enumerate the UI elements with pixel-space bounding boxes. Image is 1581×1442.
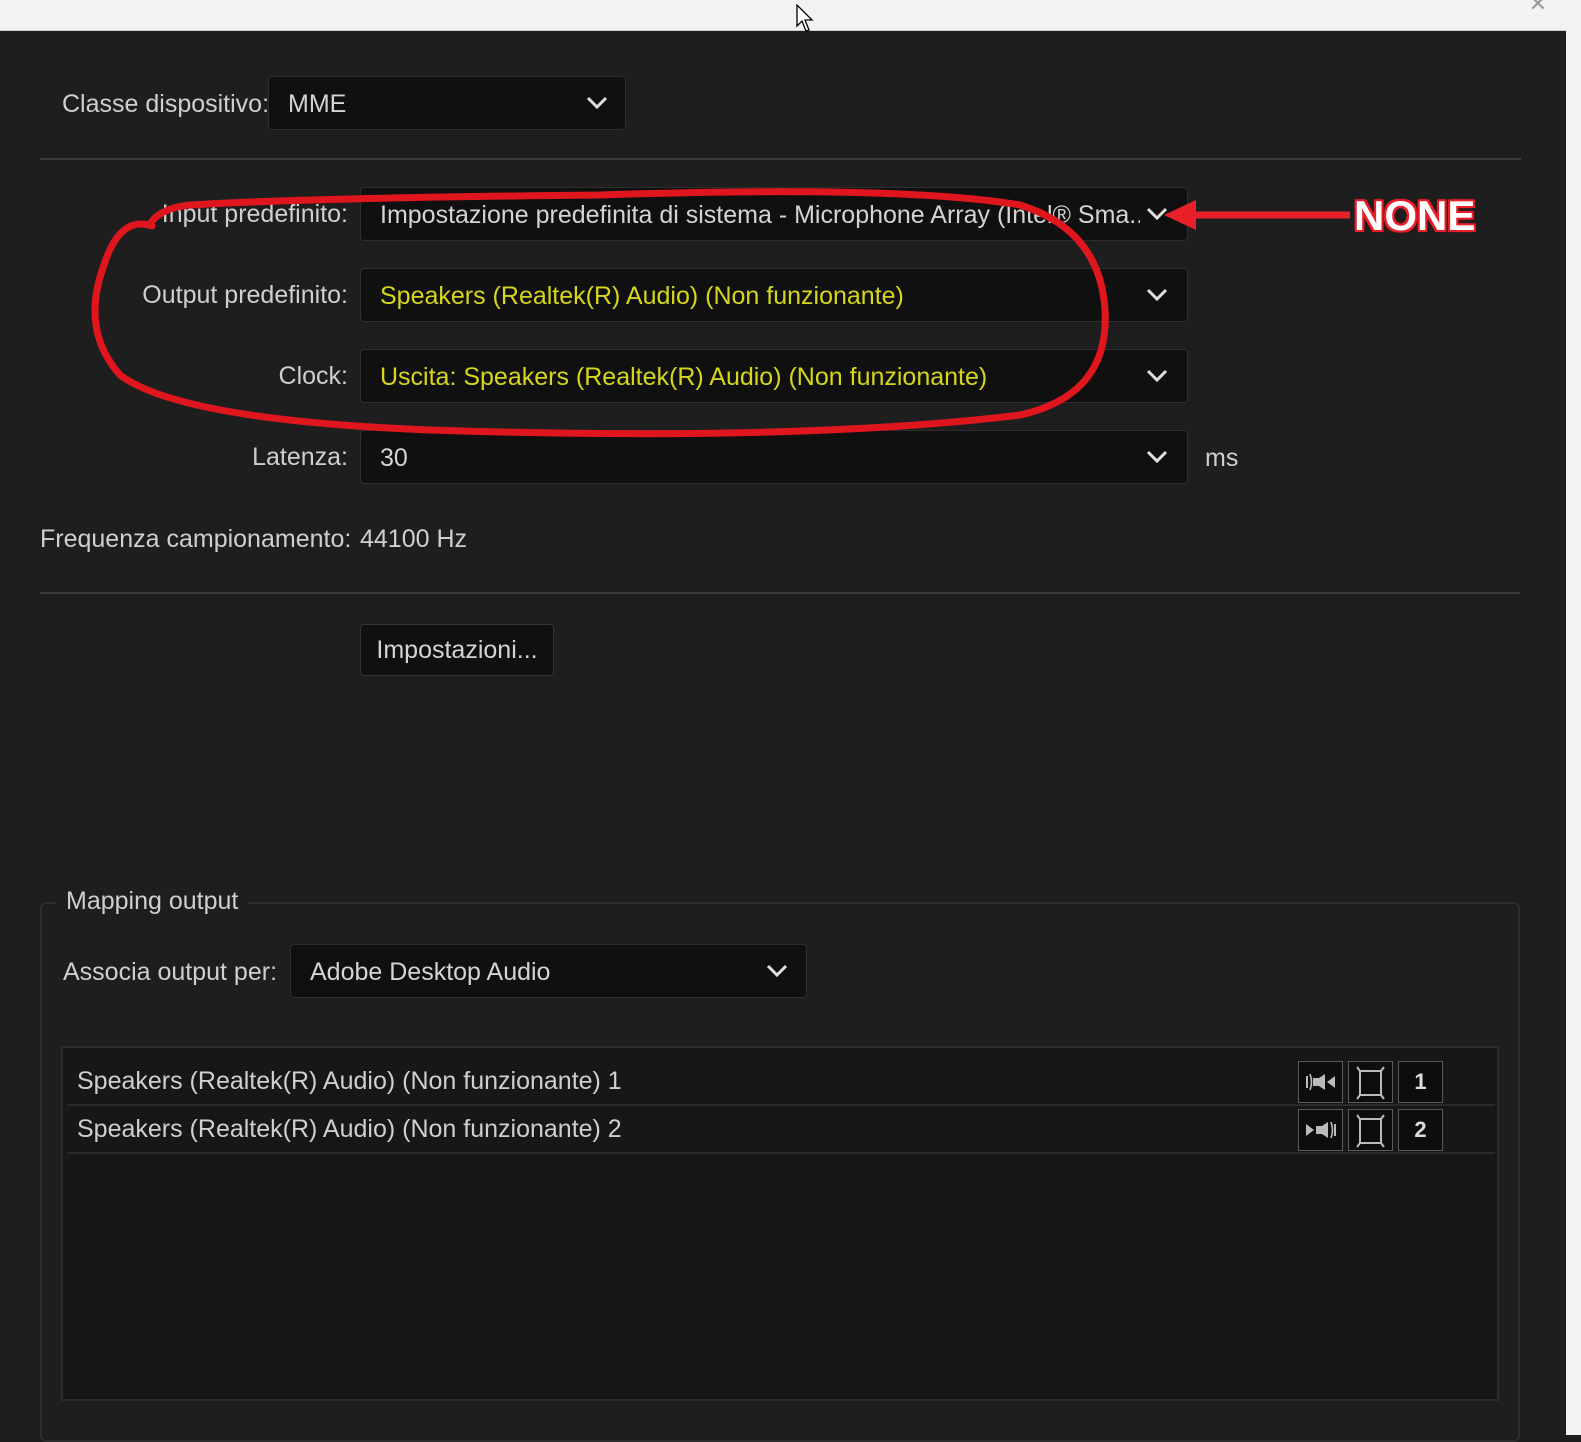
- chevron-down-icon: [1146, 450, 1168, 464]
- output-mapping-legend: Mapping output: [56, 886, 249, 916]
- annotation-label: NONE: [1354, 192, 1476, 239]
- list-item[interactable]: Speakers (Realtek(R) Audio) (Non funzion…: [67, 1058, 1495, 1106]
- device-class-select[interactable]: MME: [268, 76, 626, 130]
- map-for-value: Adobe Desktop Audio: [310, 958, 551, 986]
- default-input-select[interactable]: Impostazione predefinita di sistema - Mi…: [360, 187, 1188, 241]
- divider: [40, 158, 1521, 160]
- chevron-down-icon: [766, 964, 788, 978]
- chevron-down-icon: [1146, 369, 1168, 383]
- divider: [40, 592, 1520, 594]
- speaker-right-icon[interactable]: [1298, 1109, 1343, 1151]
- default-output-label: Output predefinito:: [142, 281, 348, 309]
- stereo-box-icon[interactable]: [1348, 1061, 1393, 1103]
- mouse-cursor-icon: [796, 4, 814, 32]
- device-class-label: Classe dispositivo:: [62, 90, 270, 118]
- chevron-down-icon: [1146, 207, 1168, 221]
- clock-value: Uscita: Speakers (Realtek(R) Audio) (Non…: [380, 363, 988, 391]
- map-for-select[interactable]: Adobe Desktop Audio: [290, 944, 807, 998]
- latency-label: Latenza:: [252, 443, 348, 471]
- channel-number-button[interactable]: 1: [1398, 1061, 1443, 1103]
- latency-unit: ms: [1205, 444, 1239, 472]
- list-item[interactable]: Speakers (Realtek(R) Audio) (Non funzion…: [67, 1106, 1495, 1154]
- map-for-label: Associa output per:: [63, 958, 278, 986]
- default-input-label: Input predefinito:: [161, 200, 348, 228]
- window-edge: [1566, 30, 1581, 1435]
- channel-number-button[interactable]: 2: [1398, 1109, 1443, 1151]
- stereo-box-icon[interactable]: [1348, 1109, 1393, 1151]
- clock-select[interactable]: Uscita: Speakers (Realtek(R) Audio) (Non…: [360, 349, 1188, 403]
- latency-select[interactable]: 30: [360, 430, 1188, 484]
- default-output-value: Speakers (Realtek(R) Audio) (Non funzion…: [380, 282, 904, 310]
- sample-rate-label: Frequenza campionamento:: [40, 525, 352, 553]
- settings-button[interactable]: Impostazioni...: [360, 624, 554, 676]
- default-input-value: Impostazione predefinita di sistema - Mi…: [380, 201, 1140, 229]
- chevron-down-icon: [1146, 288, 1168, 302]
- latency-value: 30: [380, 444, 408, 472]
- channel-label: Speakers (Realtek(R) Audio) (Non funzion…: [77, 1115, 622, 1143]
- clock-label: Clock:: [278, 362, 348, 390]
- default-output-select[interactable]: Speakers (Realtek(R) Audio) (Non funzion…: [360, 268, 1188, 322]
- speaker-left-icon[interactable]: [1298, 1061, 1343, 1103]
- channel-label: Speakers (Realtek(R) Audio) (Non funzion…: [77, 1067, 622, 1095]
- close-icon[interactable]: ✕: [1525, 0, 1551, 15]
- sample-rate-value: 44100 Hz: [360, 525, 468, 553]
- title-bar: ✕: [0, 0, 1581, 31]
- device-class-value: MME: [288, 90, 347, 118]
- chevron-down-icon: [586, 96, 608, 110]
- output-channel-list[interactable]: Speakers (Realtek(R) Audio) (Non funzion…: [61, 1046, 1499, 1401]
